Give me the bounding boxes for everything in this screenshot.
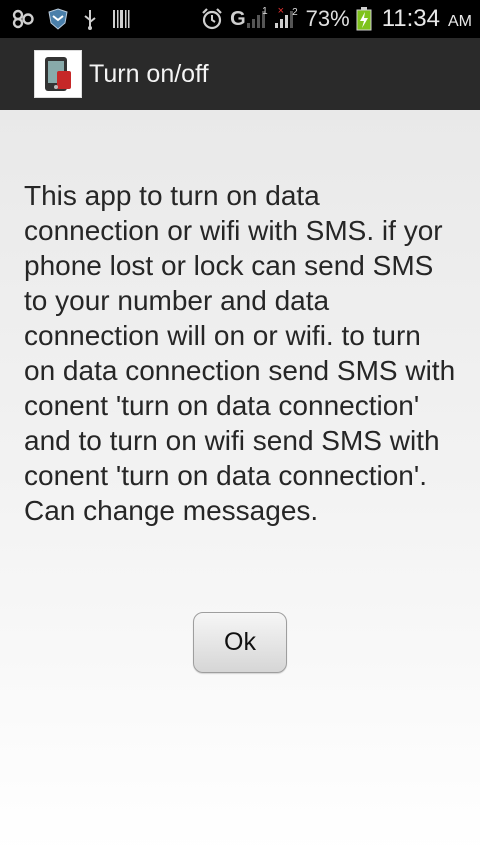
status-bar: G 1 × 2 73% 11:34 AM (0, 0, 480, 38)
clock-ampm: AM (448, 13, 472, 30)
action-bar: Turn on/off (0, 38, 480, 110)
status-bar-right: G 1 × 2 73% 11:34 AM (200, 0, 472, 38)
signal-icon: G 1 (230, 5, 268, 30)
notification-icon (12, 9, 34, 29)
signal-sup-2: 2 (292, 7, 298, 18)
battery-charging-icon (356, 7, 372, 31)
dialog-message: This app to turn on data connection or w… (24, 180, 456, 526)
status-bar-left-icons (12, 6, 130, 32)
barcode-icon (112, 9, 130, 29)
app-icon[interactable] (34, 50, 82, 98)
clock-time: 11:34 (381, 5, 440, 32)
app-title: Turn on/off (89, 60, 209, 88)
ok-button-label: Ok (224, 628, 256, 656)
signal-sup-1: 1 (262, 5, 268, 17)
alarm-icon (200, 7, 224, 31)
usb-icon (82, 8, 98, 30)
ok-button[interactable]: Ok (193, 612, 287, 673)
shield-icon (48, 8, 68, 30)
signal-icon: × 2 (274, 5, 298, 29)
battery-percent: 73% (305, 6, 350, 31)
